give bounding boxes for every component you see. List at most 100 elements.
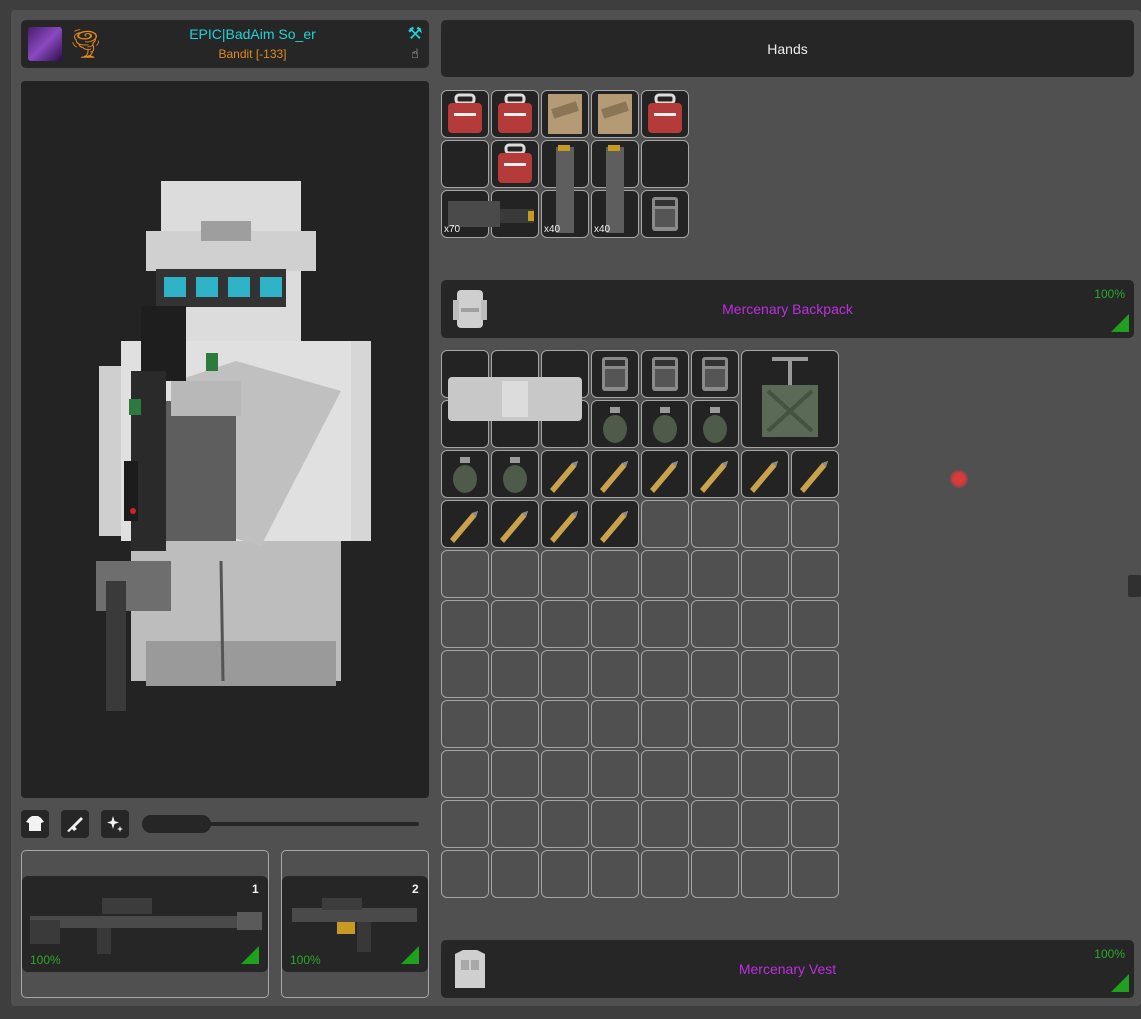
backpack-slot[interactable] <box>441 800 489 848</box>
backpack-slot[interactable] <box>791 500 839 548</box>
pocket-slot[interactable] <box>491 140 539 188</box>
backpack-slot[interactable] <box>741 700 789 748</box>
backpack-slot[interactable] <box>541 800 589 848</box>
backpack-slot[interactable] <box>541 700 589 748</box>
backpack-slot[interactable] <box>591 750 639 798</box>
zoom-slider-handle[interactable] <box>142 815 211 833</box>
backpack-slot[interactable] <box>741 800 789 848</box>
character-preview[interactable] <box>21 81 429 798</box>
backpack-slot[interactable] <box>591 500 639 548</box>
backpack-slot[interactable] <box>541 750 589 798</box>
backpack-slot[interactable] <box>691 500 739 548</box>
hammer-icon[interactable]: ⚒ <box>404 24 426 44</box>
backpack-slot[interactable] <box>691 550 739 598</box>
backpack-slot[interactable] <box>441 450 489 498</box>
backpack-slot[interactable] <box>691 350 739 398</box>
backpack-slot[interactable] <box>441 400 489 448</box>
backpack-slot[interactable] <box>591 800 639 848</box>
backpack-slot[interactable] <box>491 350 539 398</box>
backpack-slot[interactable] <box>591 450 639 498</box>
backpack-slot[interactable] <box>541 650 589 698</box>
hand-cursor-icon[interactable]: ☝ <box>404 45 426 63</box>
backpack-slot[interactable] <box>741 350 839 448</box>
backpack-slot[interactable] <box>641 750 689 798</box>
backpack-slot[interactable] <box>641 550 689 598</box>
backpack-slot[interactable] <box>641 500 689 548</box>
backpack-slot[interactable] <box>741 500 789 548</box>
backpack-slot[interactable] <box>541 600 589 648</box>
backpack-slot[interactable] <box>691 600 739 648</box>
pocket-slot[interactable] <box>591 90 639 138</box>
dropped-item[interactable] <box>1128 575 1141 597</box>
backpack-slot[interactable] <box>591 550 639 598</box>
backpack-slot[interactable] <box>441 550 489 598</box>
backpack-slot[interactable] <box>641 850 689 898</box>
backpack-slot[interactable] <box>441 350 489 398</box>
backpack-slot[interactable] <box>441 850 489 898</box>
backpack-slot[interactable] <box>641 350 689 398</box>
backpack-slot[interactable] <box>441 500 489 548</box>
effects-button[interactable] <box>101 810 129 838</box>
clothing-button[interactable] <box>21 810 49 838</box>
pocket-slot[interactable] <box>641 190 689 238</box>
backpack-slot[interactable] <box>541 450 589 498</box>
pocket-slot[interactable] <box>541 140 589 188</box>
backpack-slot[interactable] <box>741 450 789 498</box>
backpack-slot[interactable] <box>491 600 539 648</box>
backpack-slot[interactable] <box>641 600 689 648</box>
pocket-slot[interactable] <box>491 190 539 238</box>
backpack-slot[interactable] <box>691 750 739 798</box>
backpack-slot[interactable] <box>791 450 839 498</box>
backpack-slot[interactable] <box>441 700 489 748</box>
backpack-slot[interactable] <box>491 700 539 748</box>
backpack-slot[interactable] <box>491 850 539 898</box>
pocket-slot[interactable] <box>441 140 489 188</box>
pocket-slot[interactable] <box>641 90 689 138</box>
backpack-slot[interactable] <box>741 600 789 648</box>
backpack-slot[interactable] <box>491 450 539 498</box>
backpack-slot[interactable] <box>791 850 839 898</box>
backpack-slot[interactable] <box>691 450 739 498</box>
backpack-slot[interactable] <box>791 800 839 848</box>
backpack-slot[interactable] <box>591 850 639 898</box>
backpack-slot[interactable] <box>691 700 739 748</box>
pocket-slot[interactable] <box>491 90 539 138</box>
backpack-slot[interactable] <box>791 750 839 798</box>
backpack-slot[interactable] <box>541 550 589 598</box>
backpack-slot[interactable] <box>691 800 739 848</box>
backpack-slot[interactable] <box>491 750 539 798</box>
backpack-slot[interactable] <box>591 700 639 748</box>
backpack-slot[interactable] <box>691 650 739 698</box>
backpack-slot[interactable] <box>491 800 539 848</box>
backpack-slot[interactable] <box>591 400 639 448</box>
backpack-slot[interactable] <box>641 650 689 698</box>
backpack-slot[interactable] <box>591 350 639 398</box>
backpack-slot[interactable] <box>791 700 839 748</box>
pocket-slot[interactable] <box>641 140 689 188</box>
backpack-slot[interactable] <box>641 450 689 498</box>
backpack-slot[interactable] <box>491 650 539 698</box>
backpack-slot[interactable] <box>741 550 789 598</box>
backpack-slot[interactable] <box>591 600 639 648</box>
backpack-slot[interactable] <box>541 350 589 398</box>
backpack-slot[interactable] <box>491 550 539 598</box>
backpack-slot[interactable] <box>491 400 539 448</box>
backpack-slot[interactable] <box>441 750 489 798</box>
backpack-slot[interactable] <box>541 400 589 448</box>
backpack-slot[interactable] <box>441 600 489 648</box>
backpack-slot[interactable] <box>741 850 789 898</box>
backpack-slot[interactable] <box>441 650 489 698</box>
backpack-slot[interactable] <box>641 800 689 848</box>
pocket-slot[interactable] <box>591 140 639 188</box>
backpack-slot[interactable] <box>741 750 789 798</box>
backpack-slot[interactable] <box>741 650 789 698</box>
backpack-slot[interactable] <box>791 600 839 648</box>
weapons-button[interactable] <box>61 810 89 838</box>
backpack-slot[interactable] <box>791 650 839 698</box>
backpack-slot[interactable] <box>691 850 739 898</box>
backpack-slot[interactable] <box>491 500 539 548</box>
backpack-slot[interactable] <box>541 500 589 548</box>
pocket-slot[interactable] <box>541 90 589 138</box>
backpack-slot[interactable] <box>591 650 639 698</box>
pocket-slot[interactable] <box>441 90 489 138</box>
